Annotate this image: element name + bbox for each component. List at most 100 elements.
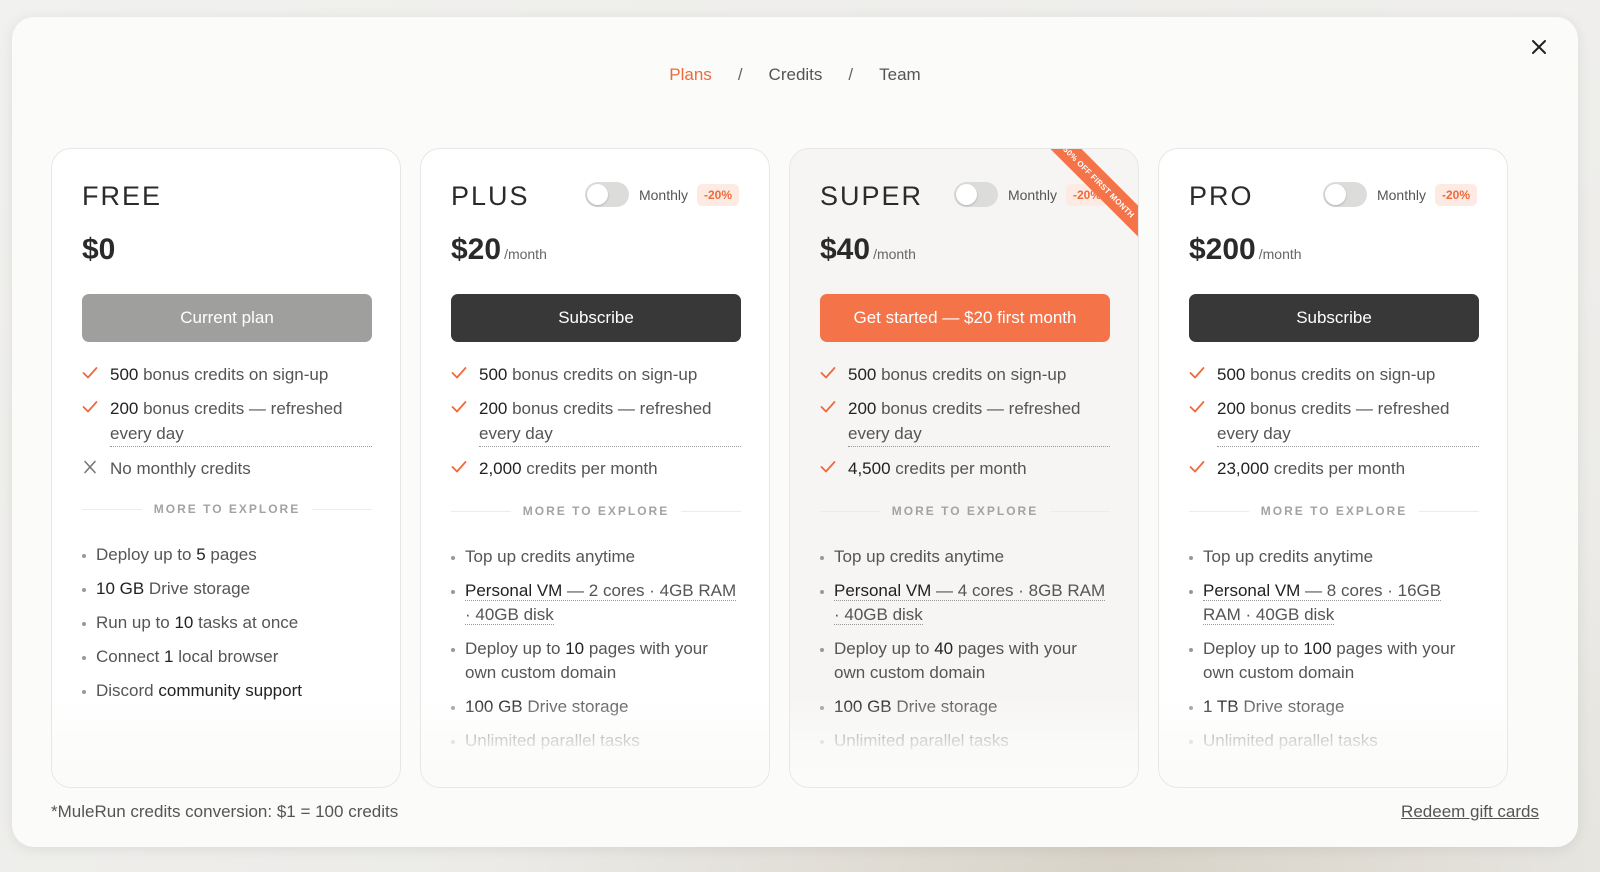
more-bold: Personal VM [465, 581, 563, 600]
price-period: /month [504, 246, 547, 262]
more-pre: Deploy up to [465, 639, 566, 658]
billing-toggle-group: Monthly -20% [953, 182, 1108, 207]
check-icon [820, 367, 836, 379]
feature-mark [820, 396, 848, 447]
check-icon [1189, 367, 1205, 379]
feature-text: 200 bonus credits — refreshed every day [848, 396, 1110, 447]
more-to-explore-divider: MORE TO EXPLORE [820, 504, 1110, 518]
billing-toggle-group: Monthly -20% [584, 182, 739, 207]
more-to-explore-label: MORE TO EXPLORE [891, 504, 1039, 518]
more-to-explore-label: MORE TO EXPLORE [522, 504, 670, 518]
current-plan-button[interactable]: Current plan [82, 294, 372, 342]
check-icon [451, 461, 467, 473]
feature-number: 200 [1217, 399, 1246, 418]
discount-badge: -20% [696, 183, 739, 206]
get-started-button[interactable]: Get started — $20 first month [820, 294, 1110, 342]
more-bold: 40 [934, 639, 954, 658]
feature-text: 200 bonus credits — refreshed every day [1217, 396, 1479, 447]
feature-item: 4,500 credits per month [820, 456, 1110, 481]
redeem-gift-cards-link[interactable]: Redeem gift cards [1401, 802, 1539, 822]
price: $20 /month [451, 233, 547, 267]
plan-card-free: FREE $0 Current plan 500 bonus credits o… [51, 148, 401, 788]
price-amount: $200 [1189, 233, 1256, 266]
x-icon [84, 460, 96, 474]
feature-text: 2,000 credits per month [479, 456, 658, 481]
feature-item: 500 bonus credits on sign-up [820, 362, 1110, 387]
more-item: Deploy up to 10 pages with your own cust… [451, 637, 741, 685]
feature-list: 500 bonus credits on sign-up 200 bonus c… [451, 362, 741, 490]
tab-separator: / [737, 65, 743, 84]
more-to-explore-label: MORE TO EXPLORE [153, 502, 301, 516]
subscribe-button[interactable]: Subscribe [1189, 294, 1479, 342]
feature-list: 500 bonus credits on sign-up 200 bonus c… [1189, 362, 1479, 490]
more-bold: 1 [164, 647, 174, 666]
feature-text: No monthly credits [110, 456, 251, 481]
feature-number: 2,000 [479, 459, 522, 478]
feature-item: 200 bonus credits — refreshed every day [1189, 396, 1479, 447]
more-to-explore-divider: MORE TO EXPLORE [82, 502, 372, 516]
feature-number: 200 [110, 399, 139, 418]
plan-name: FREE [82, 181, 163, 211]
plan-name: PLUS [451, 181, 530, 211]
plan-card-pro: PRO Monthly -20% $200 /month Subscribe 5… [1158, 148, 1508, 788]
feature-item: 2,000 credits per month [451, 456, 741, 481]
billing-toggle[interactable] [1322, 182, 1367, 207]
more-item: Personal VM — 8 cores · 16GB RAM · 40GB … [1189, 579, 1479, 627]
card-fade [1159, 697, 1507, 787]
more-item-text: Top up credits anytime [834, 547, 1004, 566]
billing-toggle-group: Monthly -20% [1322, 182, 1477, 207]
feature-text: 500 bonus credits on sign-up [110, 362, 328, 387]
more-to-explore-divider: MORE TO EXPLORE [451, 504, 741, 518]
feature-item: 200 bonus credits — refreshed every day [820, 396, 1110, 447]
more-item-text: Top up credits anytime [1203, 547, 1373, 566]
subscribe-button[interactable]: Subscribe [451, 294, 741, 342]
close-icon [1532, 40, 1546, 54]
more-item-text: Run up to 10 tasks at once [96, 613, 298, 632]
more-item: Top up credits anytime [451, 545, 741, 569]
feature-list: 500 bonus credits on sign-up 200 bonus c… [820, 362, 1110, 490]
more-pre: Top up credits anytime [1203, 547, 1374, 566]
more-bold: 10 GB [96, 579, 145, 598]
feature-label: bonus credits on sign-up [1245, 365, 1436, 384]
feature-label: No monthly credits [110, 459, 251, 478]
more-item-text: Deploy up to 10 pages with your own cust… [465, 639, 708, 682]
card-fade [52, 697, 400, 787]
tab-plans[interactable]: Plans [669, 61, 712, 89]
feature-label: bonus credits on sign-up [138, 365, 329, 384]
more-item-text: Personal VM — 2 cores · 4GB RAM · 40GB d… [465, 581, 737, 625]
feature-mark [82, 456, 110, 481]
price-amount: $0 [82, 233, 116, 266]
feature-text: 23,000 credits per month [1217, 456, 1405, 481]
more-pre: Connect [96, 647, 165, 666]
feature-mark [1189, 362, 1217, 387]
billing-toggle[interactable] [953, 182, 998, 207]
feature-mark [451, 362, 479, 387]
tab-separator: / [848, 65, 854, 84]
more-bold: 100 [1303, 639, 1332, 658]
tab-credits[interactable]: Credits [769, 61, 823, 89]
more-item-text: Deploy up to 5 pages [96, 545, 257, 564]
more-pre: Run up to [96, 613, 175, 632]
price-amount: $20 [451, 233, 502, 266]
billing-toggle[interactable] [584, 182, 629, 207]
close-button[interactable] [1527, 35, 1551, 59]
more-item-text: Personal VM — 8 cores · 16GB RAM · 40GB … [1203, 581, 1442, 625]
more-item: 10 GB Drive storage [82, 577, 372, 601]
feature-number: 500 [110, 365, 139, 384]
check-icon [82, 367, 98, 379]
feature-text: 500 bonus credits on sign-up [1217, 362, 1435, 387]
credits-conversion-note: *MuleRun credits conversion: $1 = 100 cr… [51, 802, 399, 821]
feature-label: credits per month [890, 459, 1027, 478]
feature-label: bonus credits — refreshed every day [110, 399, 343, 443]
billing-label: Monthly [1376, 186, 1426, 203]
feature-text: 4,500 credits per month [848, 456, 1027, 481]
more-pre: Deploy up to [96, 545, 197, 564]
more-bold: 5 [196, 545, 206, 564]
feature-mark [451, 396, 479, 447]
more-post: pages [205, 545, 257, 564]
more-item: Deploy up to 100 pages with your own cus… [1189, 637, 1479, 685]
feature-number: 500 [1217, 365, 1246, 384]
more-item-text: Deploy up to 100 pages with your own cus… [1203, 639, 1455, 682]
more-list: Deploy up to 5 pages 10 GB Drive storage R… [82, 543, 372, 713]
tab-team[interactable]: Team [879, 61, 921, 89]
